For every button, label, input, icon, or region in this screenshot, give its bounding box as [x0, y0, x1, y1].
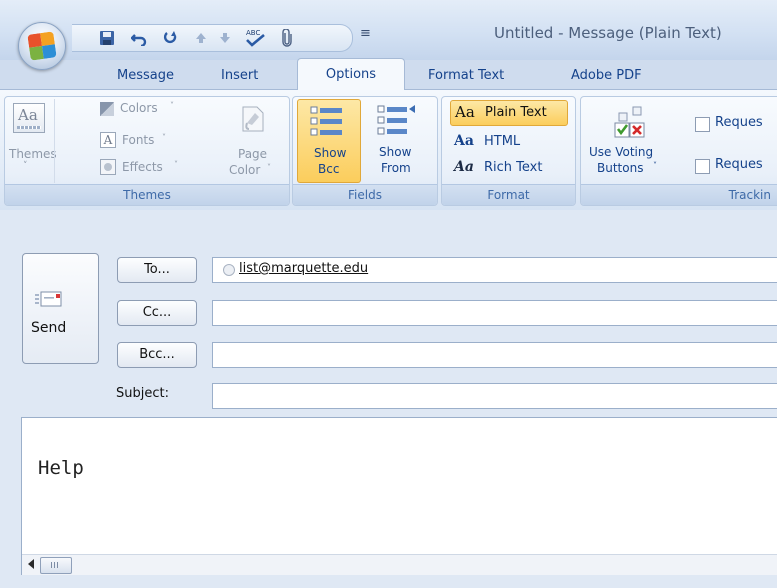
- html-icon: Aa: [454, 133, 474, 149]
- plain-text-button[interactable]: Aa Plain Text: [450, 100, 568, 126]
- window-title: Untitled - Message (Plain Text): [494, 24, 722, 42]
- format-group-label: Format: [442, 184, 575, 205]
- show-bcc-button[interactable]: Show Bcc: [297, 99, 361, 183]
- cc-button[interactable]: Cc...: [117, 300, 197, 326]
- page-color-label-2: Color: [229, 163, 261, 177]
- bcc-field[interactable]: [212, 342, 777, 368]
- rich-text-icon: Aa: [454, 159, 474, 175]
- page-color-label-1: Page: [238, 147, 268, 161]
- request-label-2: Reques: [715, 157, 763, 172]
- cc-field[interactable]: [212, 300, 777, 326]
- fonts-label: Fonts: [122, 133, 155, 147]
- show-from-label-1: Show: [379, 145, 412, 159]
- message-body-text: Help: [38, 457, 84, 479]
- show-from-label-2: From: [381, 161, 411, 175]
- voting-label-1: Use Voting: [589, 145, 654, 159]
- show-bcc-label-2: Bcc: [318, 162, 340, 176]
- attach-icon[interactable]: [278, 29, 296, 47]
- html-button[interactable]: Aa HTML: [454, 131, 564, 155]
- spelling-icon[interactable]: ABC: [244, 29, 266, 47]
- tab-format-text[interactable]: Format Text: [428, 64, 504, 92]
- office-logo-icon: [27, 31, 57, 61]
- divider: [54, 99, 55, 183]
- format-group: Aa Plain Text Aa HTML Aa Rich Text Forma…: [441, 96, 576, 206]
- colors-label: Colors: [120, 101, 158, 115]
- colors-dropdown-icon: ˅: [170, 101, 174, 110]
- to-button[interactable]: To...: [117, 257, 197, 283]
- bcc-button[interactable]: Bcc...: [117, 342, 197, 368]
- presence-icon: [223, 264, 235, 276]
- to-recipient[interactable]: list@marquette.edu: [239, 261, 368, 276]
- up-arrow-icon[interactable]: [192, 29, 210, 47]
- undo-icon[interactable]: [130, 29, 148, 47]
- show-bcc-label-1: Show: [314, 146, 347, 160]
- themes-button-label: Themes: [9, 147, 57, 161]
- scroll-left-icon[interactable]: [28, 559, 34, 569]
- qat-customize-icon[interactable]: ≡: [360, 26, 371, 41]
- rich-text-label: Rich Text: [484, 160, 543, 175]
- to-field[interactable]: list@marquette.edu: [212, 257, 777, 283]
- tab-message[interactable]: Message: [117, 64, 174, 92]
- effects-icon: [100, 159, 116, 175]
- send-label: Send: [31, 320, 67, 336]
- show-from-icon: [377, 105, 415, 135]
- subject-field[interactable]: [212, 383, 777, 409]
- tab-insert[interactable]: Insert: [221, 64, 258, 92]
- subject-label: Subject:: [116, 386, 169, 401]
- show-from-button[interactable]: Show From: [367, 99, 431, 183]
- page-color-dropdown-icon: ˅: [267, 163, 271, 172]
- tracking-group-label: Trackin: [581, 184, 777, 205]
- voting-dropdown-icon: ˅: [653, 161, 657, 170]
- tab-adobe-pdf[interactable]: Adobe PDF: [571, 64, 642, 92]
- message-body[interactable]: [21, 417, 777, 575]
- effects-dropdown-icon: ˅: [174, 160, 178, 169]
- themes-group-label: Themes: [5, 184, 289, 205]
- send-button[interactable]: Send: [22, 253, 99, 364]
- voting-label-2: Buttons: [597, 161, 644, 175]
- voting-buttons-button[interactable]: Use Voting Buttons ˅: [587, 99, 671, 183]
- send-icon: [35, 291, 62, 307]
- voting-icon: [614, 106, 645, 138]
- themes-icon: Aa: [13, 103, 45, 133]
- html-label: HTML: [484, 134, 521, 149]
- scroll-thumb[interactable]: [40, 557, 72, 574]
- fonts-dropdown-icon: ˅: [162, 133, 166, 142]
- effects-label: Effects: [122, 160, 163, 174]
- save-icon[interactable]: [98, 29, 116, 47]
- redo-icon[interactable]: [162, 29, 180, 47]
- request-receipt-checkbox-1[interactable]: [695, 117, 710, 132]
- office-button[interactable]: [18, 22, 66, 70]
- plain-text-label: Plain Text: [485, 105, 547, 120]
- colors-icon: [100, 102, 114, 116]
- show-bcc-icon: [310, 106, 342, 136]
- plain-text-icon: Aa: [455, 103, 475, 121]
- request-label-1: Reques: [715, 115, 763, 130]
- request-receipt-checkbox-2[interactable]: [695, 159, 710, 174]
- svg-text:ABC: ABC: [246, 29, 260, 37]
- rich-text-button[interactable]: Aa Rich Text: [454, 157, 566, 181]
- page-color-icon: [242, 106, 264, 132]
- tab-options[interactable]: Options: [297, 58, 405, 90]
- fields-group: Show Bcc Show From Fields: [292, 96, 438, 206]
- quick-access-toolbar: ABC: [72, 24, 353, 52]
- horizontal-scrollbar[interactable]: [22, 554, 777, 575]
- fonts-icon: A: [100, 132, 116, 148]
- fields-group-label: Fields: [293, 184, 437, 205]
- ribbon: Aa Themes ˅ Colors ˅ A Fonts ˅ Effects ˅: [0, 89, 777, 211]
- themes-dropdown-icon: ˅: [23, 161, 28, 171]
- tracking-group: Use Voting Buttons ˅ Reques Reques Track…: [580, 96, 777, 206]
- themes-button[interactable]: Aa Themes ˅: [7, 101, 57, 181]
- down-arrow-icon[interactable]: [216, 29, 234, 47]
- themes-group: Aa Themes ˅ Colors ˅ A Fonts ˅ Effects ˅: [4, 96, 290, 206]
- page-color-button[interactable]: Page Color ˅: [229, 101, 283, 181]
